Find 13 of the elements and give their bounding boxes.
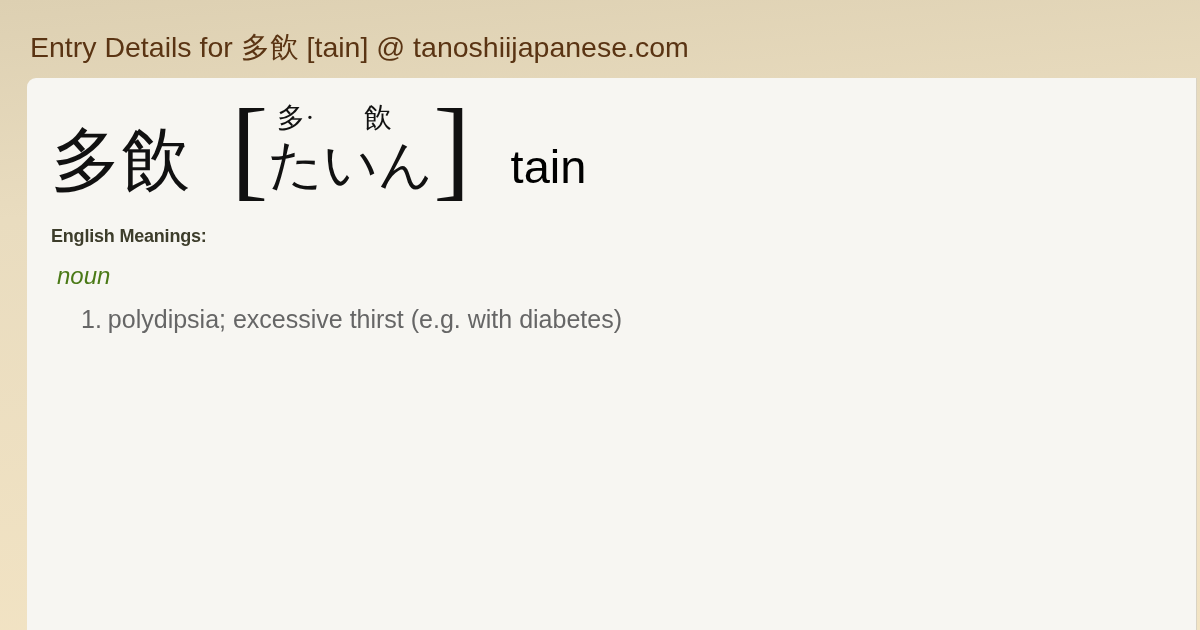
kana-reading: いん [323, 138, 434, 197]
sense-number: 1. [81, 304, 102, 335]
furigana: 飲 [364, 104, 393, 132]
open-bracket: [ [231, 92, 269, 206]
section-heading: English Meanings: [51, 226, 208, 248]
page-title: Entry Details for 多飲 [tain] @ tanoshiijapanese.com [29, 30, 690, 65]
headword: 多飲 [51, 126, 191, 201]
close-bracket: ] [433, 92, 471, 206]
kana-reading: た [268, 138, 324, 197]
sense-text: polydipsia; excessive thirst (e.g. with diabetes) [107, 304, 622, 335]
part-of-speech: noun [57, 261, 112, 291]
furigana: 多· [277, 104, 315, 132]
romaji-reading: tain [510, 143, 587, 195]
